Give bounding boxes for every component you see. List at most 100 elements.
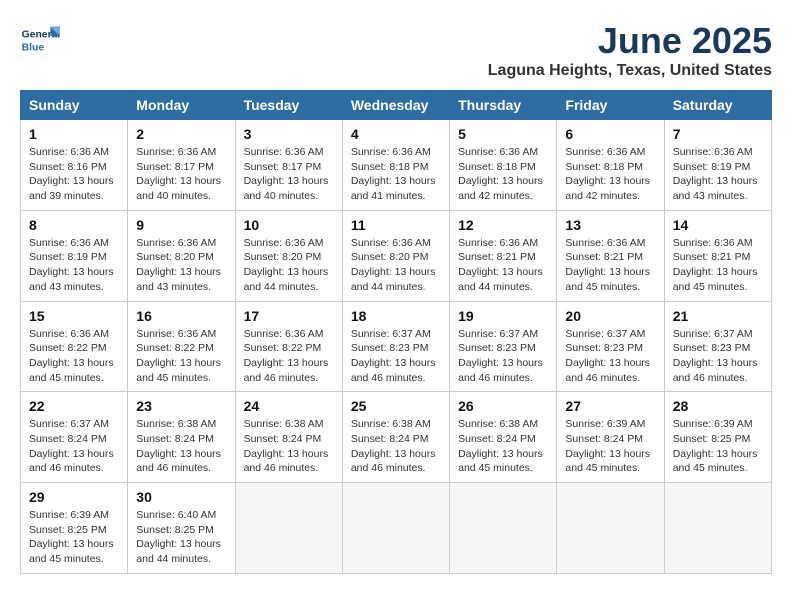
calendar-cell: 18 Sunrise: 6:37 AM Sunset: 8:23 PM Dayli… <box>342 301 449 392</box>
week-row-1: 1 Sunrise: 6:36 AM Sunset: 8:16 PM Daylig… <box>21 120 772 211</box>
day-number: 30 <box>136 489 226 505</box>
calendar-cell: 9 Sunrise: 6:36 AM Sunset: 8:20 PM Daylig… <box>128 210 235 301</box>
calendar-cell: 1 Sunrise: 6:36 AM Sunset: 8:16 PM Daylig… <box>21 120 128 211</box>
calendar-cell: 10 Sunrise: 6:36 AM Sunset: 8:20 PM Dayli… <box>235 210 342 301</box>
day-info: Sunrise: 6:39 AM Sunset: 8:25 PM Dayligh… <box>29 508 119 567</box>
calendar-cell: 15 Sunrise: 6:36 AM Sunset: 8:22 PM Dayli… <box>21 301 128 392</box>
calendar-cell: 6 Sunrise: 6:36 AM Sunset: 8:18 PM Daylig… <box>557 120 664 211</box>
calendar-cell <box>235 483 342 574</box>
week-row-3: 15 Sunrise: 6:36 AM Sunset: 8:22 PM Dayli… <box>21 301 772 392</box>
day-number: 23 <box>136 398 226 414</box>
calendar-cell: 29 Sunrise: 6:39 AM Sunset: 8:25 PM Dayli… <box>21 483 128 574</box>
day-info: Sunrise: 6:38 AM Sunset: 8:24 PM Dayligh… <box>136 417 226 476</box>
day-header-friday: Friday <box>557 91 664 120</box>
calendar-cell: 7Sunrise: 6:36 AM Sunset: 8:19 PM Daylig… <box>664 120 771 211</box>
week-row-2: 8Sunrise: 6:36 AM Sunset: 8:19 PM Daylig… <box>21 210 772 301</box>
day-number: 26 <box>458 398 548 414</box>
logo: General Blue <box>20 20 60 60</box>
day-number: 24 <box>244 398 334 414</box>
day-info: Sunrise: 6:36 AM Sunset: 8:16 PM Dayligh… <box>29 145 119 204</box>
calendar-cell: 4Sunrise: 6:36 AM Sunset: 8:18 PM Daylig… <box>342 120 449 211</box>
day-number: 2 <box>136 126 226 142</box>
calendar-cell: 25 Sunrise: 6:38 AM Sunset: 8:24 PM Dayli… <box>342 392 449 483</box>
day-info: Sunrise: 6:37 AM Sunset: 8:23 PM Dayligh… <box>565 327 655 386</box>
day-number: 10 <box>244 217 334 233</box>
day-info: Sunrise: 6:37 AM Sunset: 8:23 PM Dayligh… <box>351 327 441 386</box>
day-info: Sunrise: 6:36 AM Sunset: 8:21 PM Dayligh… <box>565 236 655 295</box>
day-info: Sunrise: 6:38 AM Sunset: 8:24 PM Dayligh… <box>351 417 441 476</box>
day-info: Sunrise: 6:36 AM Sunset: 8:17 PM Dayligh… <box>244 145 334 204</box>
calendar: SundayMondayTuesdayWednesdayThursdayFrid… <box>20 90 772 574</box>
day-number: 12 <box>458 217 548 233</box>
day-number: 15 <box>29 308 119 324</box>
day-info: Sunrise: 6:36 AM Sunset: 8:17 PM Dayligh… <box>136 145 226 204</box>
subtitle: Laguna Heights, Texas, United States <box>488 62 772 80</box>
calendar-cell: 12 Sunrise: 6:36 AM Sunset: 8:21 PM Dayli… <box>450 210 557 301</box>
day-header-tuesday: Tuesday <box>235 91 342 120</box>
day-info: Sunrise: 6:38 AM Sunset: 8:24 PM Dayligh… <box>458 417 548 476</box>
day-number: 25 <box>351 398 441 414</box>
calendar-cell: 2 Sunrise: 6:36 AM Sunset: 8:17 PM Daylig… <box>128 120 235 211</box>
calendar-cell: 30 Sunrise: 6:40 AM Sunset: 8:25 PM Dayli… <box>128 483 235 574</box>
calendar-cell: 5 Sunrise: 6:36 AM Sunset: 8:18 PM Daylig… <box>450 120 557 211</box>
title-area: June 2025 Laguna Heights, Texas, United … <box>488 20 772 80</box>
day-number: 16 <box>136 308 226 324</box>
calendar-cell: 19 Sunrise: 6:37 AM Sunset: 8:23 PM Dayli… <box>450 301 557 392</box>
day-info: Sunrise: 6:36 AM Sunset: 8:22 PM Dayligh… <box>136 327 226 386</box>
day-info: Sunrise: 6:37 AM Sunset: 8:23 PM Dayligh… <box>458 327 548 386</box>
calendar-cell: 27 Sunrise: 6:39 AM Sunset: 8:24 PM Dayli… <box>557 392 664 483</box>
calendar-cell: 24 Sunrise: 6:38 AM Sunset: 8:24 PM Dayli… <box>235 392 342 483</box>
day-info: Sunrise: 6:36 AM Sunset: 8:22 PM Dayligh… <box>244 327 334 386</box>
day-info: Sunrise: 6:36 AM Sunset: 8:21 PM Dayligh… <box>458 236 548 295</box>
header: General Blue June 2025 Laguna Heights, T… <box>20 20 772 80</box>
day-info: Sunrise: 6:40 AM Sunset: 8:25 PM Dayligh… <box>136 508 226 567</box>
day-number: 9 <box>136 217 226 233</box>
calendar-cell: 20 Sunrise: 6:37 AM Sunset: 8:23 PM Dayli… <box>557 301 664 392</box>
week-row-5: 29 Sunrise: 6:39 AM Sunset: 8:25 PM Dayli… <box>21 483 772 574</box>
day-header-sunday: Sunday <box>21 91 128 120</box>
day-number: 21 <box>673 308 763 324</box>
day-number: 13 <box>565 217 655 233</box>
day-header-saturday: Saturday <box>664 91 771 120</box>
calendar-cell: 16 Sunrise: 6:36 AM Sunset: 8:22 PM Dayli… <box>128 301 235 392</box>
day-info: Sunrise: 6:37 AM Sunset: 8:24 PM Dayligh… <box>29 417 119 476</box>
day-info: Sunrise: 6:38 AM Sunset: 8:24 PM Dayligh… <box>244 417 334 476</box>
day-number: 27 <box>565 398 655 414</box>
day-number: 18 <box>351 308 441 324</box>
day-info: Sunrise: 6:37 AM Sunset: 8:23 PM Dayligh… <box>673 327 763 386</box>
week-row-4: 22 Sunrise: 6:37 AM Sunset: 8:24 PM Dayli… <box>21 392 772 483</box>
day-header-monday: Monday <box>128 91 235 120</box>
calendar-cell <box>557 483 664 574</box>
day-info: Sunrise: 6:36 AM Sunset: 8:22 PM Dayligh… <box>29 327 119 386</box>
calendar-cell: 13 Sunrise: 6:36 AM Sunset: 8:21 PM Dayli… <box>557 210 664 301</box>
svg-text:Blue: Blue <box>22 42 45 53</box>
calendar-cell: 3 Sunrise: 6:36 AM Sunset: 8:17 PM Daylig… <box>235 120 342 211</box>
calendar-cell <box>342 483 449 574</box>
calendar-cell: 26 Sunrise: 6:38 AM Sunset: 8:24 PM Dayli… <box>450 392 557 483</box>
day-number: 1 <box>29 126 119 142</box>
day-number: 8 <box>29 217 119 233</box>
calendar-cell: 21 Sunrise: 6:37 AM Sunset: 8:23 PM Dayli… <box>664 301 771 392</box>
calendar-cell: 14Sunrise: 6:36 AM Sunset: 8:21 PM Dayli… <box>664 210 771 301</box>
day-info: Sunrise: 6:36 AM Sunset: 8:18 PM Dayligh… <box>565 145 655 204</box>
day-info: Sunrise: 6:39 AM Sunset: 8:24 PM Dayligh… <box>565 417 655 476</box>
day-info: Sunrise: 6:36 AM Sunset: 8:19 PM Dayligh… <box>673 145 763 204</box>
day-number: 3 <box>244 126 334 142</box>
day-info: Sunrise: 6:36 AM Sunset: 8:21 PM Dayligh… <box>673 236 763 295</box>
day-info: Sunrise: 6:36 AM Sunset: 8:20 PM Dayligh… <box>136 236 226 295</box>
day-number: 22 <box>29 398 119 414</box>
day-header-wednesday: Wednesday <box>342 91 449 120</box>
calendar-cell: 17Sunrise: 6:36 AM Sunset: 8:22 PM Dayli… <box>235 301 342 392</box>
day-info: Sunrise: 6:36 AM Sunset: 8:18 PM Dayligh… <box>458 145 548 204</box>
day-info: Sunrise: 6:36 AM Sunset: 8:18 PM Dayligh… <box>351 145 441 204</box>
day-number: 5 <box>458 126 548 142</box>
day-number: 19 <box>458 308 548 324</box>
day-number: 20 <box>565 308 655 324</box>
calendar-cell: 11Sunrise: 6:36 AM Sunset: 8:20 PM Dayli… <box>342 210 449 301</box>
day-info: Sunrise: 6:39 AM Sunset: 8:25 PM Dayligh… <box>673 417 763 476</box>
day-number: 11 <box>351 217 441 233</box>
day-number: 29 <box>29 489 119 505</box>
logo-icon: General Blue <box>20 20 60 60</box>
day-number: 6 <box>565 126 655 142</box>
day-info: Sunrise: 6:36 AM Sunset: 8:20 PM Dayligh… <box>244 236 334 295</box>
